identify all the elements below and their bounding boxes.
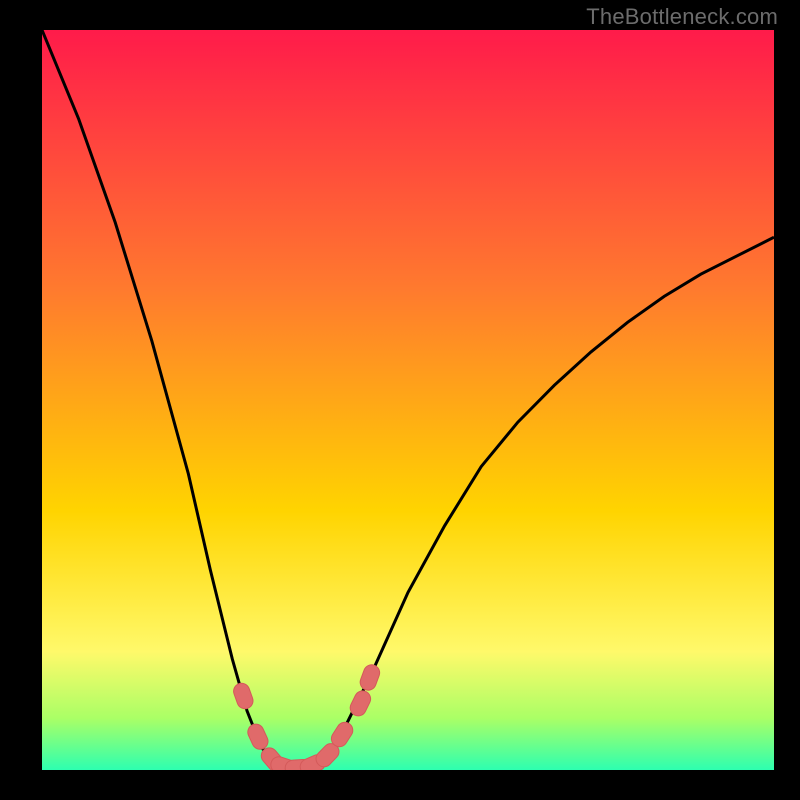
watermark-text: TheBottleneck.com [586, 4, 778, 30]
plot-area [42, 30, 774, 770]
bottleneck-chart [42, 30, 774, 770]
outer-frame: TheBottleneck.com [0, 0, 800, 800]
gradient-bg [42, 30, 774, 770]
